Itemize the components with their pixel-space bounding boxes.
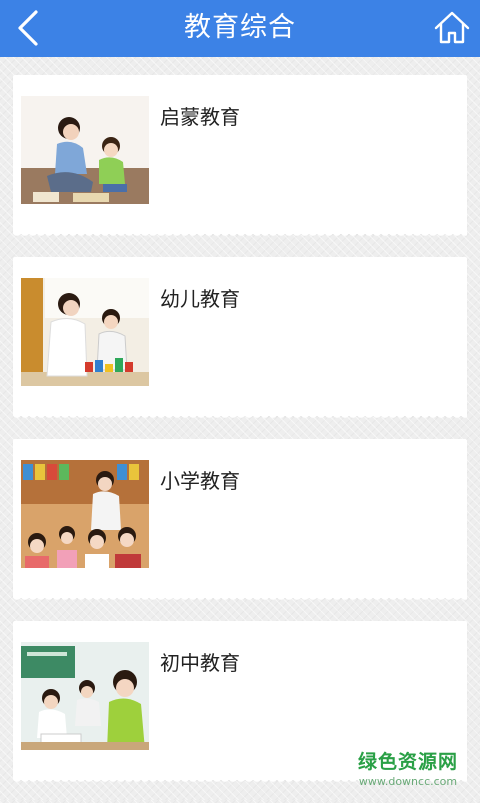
- education-list: 启蒙教育 幼儿教育 小学教育 初中教育: [13, 75, 467, 803]
- watermark-url: www.downcc.com: [358, 775, 458, 788]
- thumbnail-image: [21, 96, 149, 204]
- thumbnail-image: [21, 460, 149, 568]
- top-bar: 教育综合: [0, 0, 480, 57]
- home-button[interactable]: [432, 8, 472, 48]
- thumbnail-image: [21, 642, 149, 750]
- item-label: 启蒙教育: [160, 105, 240, 129]
- watermark: 绿色资源网 www.downcc.com: [358, 747, 458, 788]
- item-label: 幼儿教育: [160, 287, 240, 311]
- item-label: 小学教育: [160, 469, 240, 493]
- list-item-enlightenment-education[interactable]: 启蒙教育: [13, 75, 467, 240]
- list-item-preschool-education[interactable]: 幼儿教育: [13, 257, 467, 422]
- list-item-primary-school-education[interactable]: 小学教育: [13, 439, 467, 604]
- item-label: 初中教育: [160, 651, 240, 675]
- page-title: 教育综合: [184, 12, 296, 43]
- watermark-text: 绿色资源网: [357, 751, 458, 773]
- thumbnail-image: [21, 278, 149, 386]
- home-icon: [434, 11, 470, 44]
